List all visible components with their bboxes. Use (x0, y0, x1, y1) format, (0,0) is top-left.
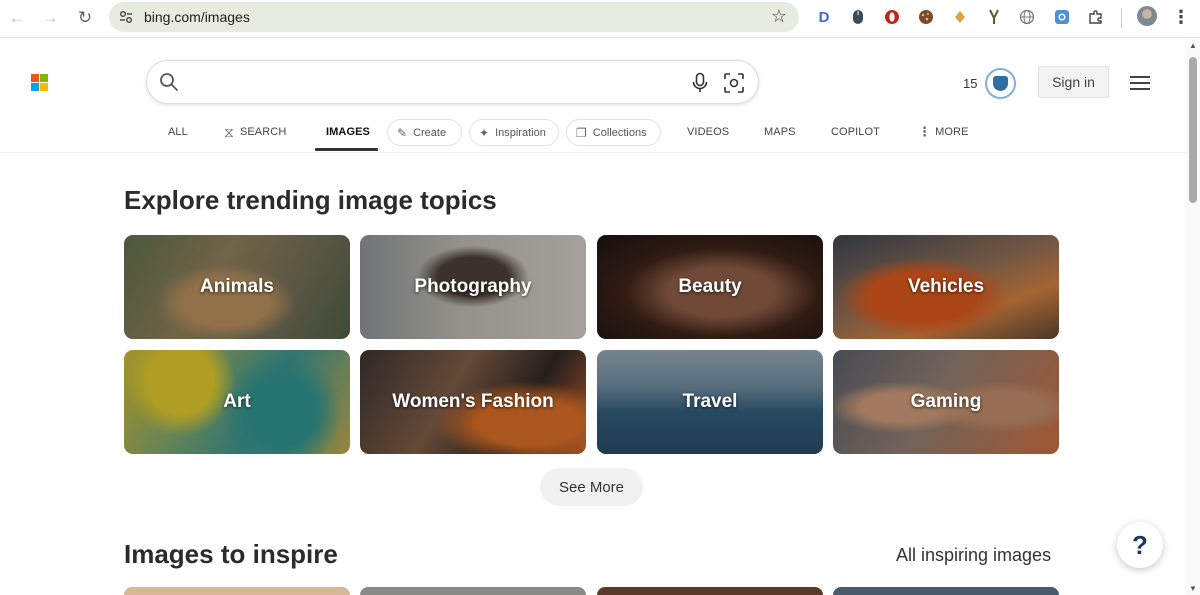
topic-tile-gaming[interactable]: Gaming (833, 350, 1059, 454)
search-box (146, 60, 759, 104)
all-inspiring-images-link[interactable]: All inspiring images (896, 545, 1051, 566)
topic-label: Women's Fashion (392, 391, 554, 412)
inspire-image[interactable] (124, 587, 350, 595)
diamond-icon[interactable] (951, 8, 969, 26)
tab-images-label: IMAGES (326, 126, 370, 138)
url-text[interactable]: bing.com/images (144, 9, 250, 25)
see-more-button[interactable]: See More (540, 468, 643, 506)
more-dots-icon: ⋮ (918, 124, 932, 139)
topic-tile-vehicles[interactable]: Vehicles (833, 235, 1059, 339)
chip-create[interactable]: ✎ Create (387, 119, 462, 146)
topic-tile-womens-fashion[interactable]: Women's Fashion (360, 350, 586, 454)
scroll-up-arrow-icon[interactable]: ▲ (1186, 41, 1200, 50)
vertical-tabs: ALL ⧖ SEARCH IMAGES ✎ Create ✦ Inspirati… (0, 117, 1186, 153)
topic-tile-travel[interactable]: Travel (597, 350, 823, 454)
topic-tile-animals[interactable]: Animals (124, 235, 350, 339)
cookie-icon[interactable] (917, 8, 935, 26)
forward-arrow-icon[interactable]: → (38, 6, 62, 30)
sparkle-icon: ✦ (479, 125, 490, 140)
browser-menu-icon[interactable]: ⋮ (1172, 6, 1190, 28)
browser-toolbar: ← → ↻ bing.com/images ☆ D ⋮ (0, 0, 1200, 38)
chip-inspiration-label: Inspiration (495, 126, 546, 139)
inspire-title: Images to inspire (124, 539, 338, 569)
address-bar[interactable]: bing.com/images ☆ (109, 2, 799, 32)
tab-more-label: MORE (935, 126, 969, 138)
scrollbar-thumb[interactable] (1189, 57, 1197, 203)
page-scrollbar[interactable]: ▲ ▼ (1186, 39, 1200, 595)
site-settings-icon[interactable] (118, 9, 134, 25)
microsoft-logo[interactable] (31, 74, 48, 91)
bing-images-page: 15 Sign in ALL ⧖ SEARCH IMAGES ✎ Create … (0, 39, 1186, 595)
topic-tile-photography[interactable]: Photography (360, 235, 586, 339)
chip-inspiration[interactable]: ✦ Inspiration (469, 119, 559, 146)
tab-more[interactable]: ⋮ MORE (918, 117, 969, 147)
mouse-icon[interactable] (849, 8, 867, 26)
reload-icon[interactable]: ↻ (73, 6, 97, 30)
hamburger-menu-icon[interactable] (1130, 76, 1150, 90)
visual-search-icon[interactable] (723, 72, 745, 94)
tab-maps-label: MAPS (764, 126, 796, 138)
topic-tile-beauty[interactable]: Beauty (597, 235, 823, 339)
inspire-image[interactable] (833, 587, 1059, 595)
chip-collections-label: Collections (592, 126, 647, 139)
topic-label: Art (223, 391, 251, 412)
collections-icon: ❐ (576, 125, 587, 140)
camera-ext-icon[interactable] (1053, 8, 1071, 26)
scroll-down-arrow-icon[interactable]: ▼ (1186, 584, 1200, 593)
active-tab-indicator (315, 148, 378, 151)
opera-icon[interactable] (883, 8, 901, 26)
topic-label: Photography (414, 276, 532, 297)
search-icon[interactable] (159, 72, 179, 92)
tab-copilot-label: COPILOT (831, 126, 880, 138)
search-input[interactable] (191, 69, 671, 97)
globe-icon[interactable] (1018, 8, 1036, 26)
bookmark-star-icon[interactable]: ☆ (771, 6, 787, 27)
inspire-image[interactable] (597, 587, 823, 595)
rewards-count[interactable]: 15 (963, 76, 977, 91)
tab-images[interactable]: IMAGES (326, 117, 370, 147)
fork-icon[interactable] (985, 8, 1003, 26)
topic-tile-art[interactable]: Art (124, 350, 350, 454)
sign-in-button[interactable]: Sign in (1038, 66, 1109, 98)
trending-title: Explore trending image topics (124, 185, 497, 215)
help-button[interactable]: ? (1117, 522, 1163, 568)
copilot-search-icon: ⧖ (224, 123, 234, 140)
topic-label: Travel (682, 391, 738, 412)
rewards-trophy-icon[interactable] (985, 68, 1016, 99)
toolbar-separator (1121, 8, 1122, 28)
microphone-icon[interactable] (690, 72, 710, 94)
topic-label: Beauty (678, 276, 742, 297)
topic-label: Animals (200, 276, 274, 297)
tab-search[interactable]: ⧖ SEARCH (224, 117, 286, 147)
puzzle-icon[interactable] (1087, 8, 1105, 26)
back-arrow-icon[interactable]: ← (5, 6, 29, 30)
profile-avatar[interactable] (1137, 6, 1157, 26)
extension-d-icon[interactable]: D (815, 8, 833, 26)
tab-videos[interactable]: VIDEOS (687, 117, 729, 147)
inspire-image[interactable] (360, 587, 586, 595)
topic-label: Gaming (910, 391, 982, 412)
chip-collections[interactable]: ❐ Collections (566, 119, 661, 146)
tab-videos-label: VIDEOS (687, 126, 730, 138)
tab-all[interactable]: ALL (168, 117, 188, 147)
topic-label: Vehicles (907, 276, 985, 297)
tab-copilot[interactable]: COPILOT (831, 117, 880, 147)
tab-search-label: SEARCH (239, 126, 287, 138)
tab-maps[interactable]: MAPS (764, 117, 796, 147)
tab-all-label: ALL (168, 126, 188, 138)
create-icon: ✎ (397, 125, 408, 140)
chip-create-label: Create (413, 126, 447, 139)
